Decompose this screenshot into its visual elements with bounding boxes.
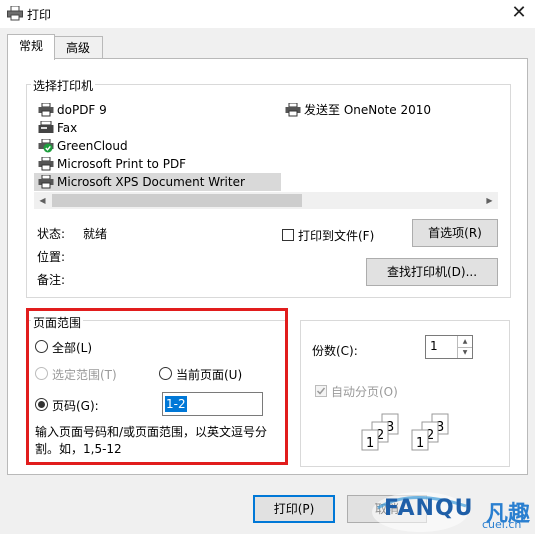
printer-label: Fax — [57, 121, 78, 135]
fax-icon — [38, 121, 54, 133]
highlight-frame — [26, 308, 288, 465]
print-to-file-checkbox[interactable] — [282, 229, 294, 241]
printer-item-fax[interactable]: Fax — [38, 119, 286, 137]
printer-icon — [38, 175, 54, 189]
stepper-down-icon[interactable]: ▼ — [457, 347, 472, 358]
svg-text:1: 1 — [416, 436, 424, 451]
printer-item-ms-pdf[interactable]: Microsoft Print to PDF — [38, 155, 286, 173]
printer-label: GreenCloud — [57, 139, 128, 153]
print-to-file-label[interactable]: 打印到文件(F) — [298, 227, 374, 244]
printer-item-onenote[interactable]: 发送至 OneNote 2010 — [285, 101, 485, 119]
watermark-site: cuel.cn — [482, 518, 522, 531]
find-printer-button[interactable]: 查找打印机(D)... — [366, 258, 498, 286]
printer-icon — [38, 103, 54, 117]
watermark-logo: FANQU 凡趣 cuel.cn — [370, 486, 535, 534]
printer-list[interactable]: doPDF 9 Fax GreenCloud Microsoft Print t… — [34, 101, 286, 191]
window-title: 打印 — [27, 8, 52, 22]
printer-icon — [285, 103, 301, 117]
watermark-brand: FANQU — [384, 496, 474, 521]
printer-icon — [7, 6, 23, 21]
printer-label: doPDF 9 — [57, 103, 107, 117]
printer-label: 发送至 OneNote 2010 — [304, 103, 432, 117]
tab-general[interactable]: 常规 — [7, 34, 55, 60]
printer-list-column-2: 发送至 OneNote 2010 — [285, 101, 485, 119]
printer-label: Microsoft Print to PDF — [57, 157, 187, 171]
copies-stepper[interactable]: 1 ▲ ▼ — [425, 335, 473, 359]
location-label: 位置: — [37, 250, 66, 264]
collate-pages-icon: 3 2 1 3 2 1 — [361, 413, 449, 451]
printer-list-scrollbar[interactable]: ◀ ▶ — [34, 192, 498, 209]
checkmark-icon — [316, 387, 326, 395]
scrollbar-thumb[interactable] — [52, 194, 302, 207]
scroll-left-icon[interactable]: ◀ — [34, 192, 51, 209]
collate-checkbox — [315, 385, 327, 397]
default-printer-check-icon — [38, 139, 54, 153]
status-value: 就绪 — [83, 227, 108, 241]
printer-item-ms-xps[interactable]: Microsoft XPS Document Writer — [34, 173, 281, 191]
copies-value: 1 — [430, 339, 438, 353]
status-label: 状态: — [37, 227, 66, 241]
select-printer-legend: 选择打印机 — [31, 77, 96, 94]
copies-label: 份数(C): — [312, 344, 358, 358]
printer-item-dopdf[interactable]: doPDF 9 — [38, 101, 286, 119]
title-bar — [0, 0, 535, 28]
printer-label: Microsoft XPS Document Writer — [57, 175, 245, 189]
tab-advanced[interactable]: 高级 — [53, 36, 103, 59]
print-button[interactable]: 打印(P) — [253, 495, 335, 523]
printer-icon — [38, 157, 54, 171]
scroll-right-icon[interactable]: ▶ — [481, 192, 498, 209]
svg-text:1: 1 — [366, 436, 374, 451]
printer-item-greencloud[interactable]: GreenCloud — [38, 137, 286, 155]
close-icon[interactable]: ✕ — [508, 2, 530, 24]
comment-label: 备注: — [37, 273, 66, 287]
preferences-button[interactable]: 首选项(R) — [412, 219, 498, 247]
collate-label: 自动分页(O) — [331, 385, 398, 399]
